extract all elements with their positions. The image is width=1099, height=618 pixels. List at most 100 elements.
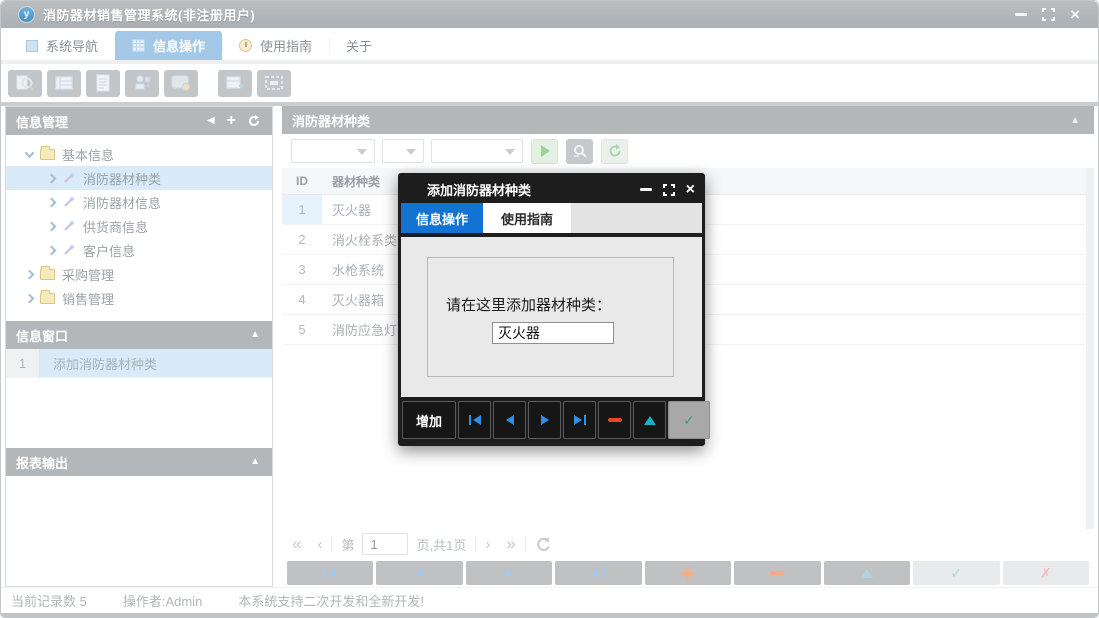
next-page-icon[interactable]: ›: [485, 536, 490, 553]
collapse-up-icon[interactable]: ▲: [250, 457, 260, 467]
form-view-button[interactable]: [47, 70, 81, 97]
equipment-type-input[interactable]: [492, 322, 614, 344]
wand-icon: [62, 195, 76, 209]
minimize-icon[interactable]: [1015, 13, 1027, 16]
field-select[interactable]: [291, 139, 375, 163]
toolbar: [1, 64, 1098, 102]
refresh-icon: [608, 144, 622, 158]
last-record-button[interactable]: [555, 561, 641, 585]
folder-icon: [40, 293, 55, 304]
operator-select[interactable]: [382, 139, 424, 163]
vertical-scrollbar[interactable]: [1086, 168, 1094, 529]
user-org-icon: [133, 74, 151, 92]
cancel-button[interactable]: ✗: [1003, 561, 1089, 585]
report-output-header: 报表输出 ▲: [6, 448, 272, 476]
page-number-input[interactable]: [362, 533, 408, 555]
tree-label: 基本信息: [62, 145, 114, 164]
dialog-edit-button[interactable]: [633, 401, 666, 439]
collapse-left-icon[interactable]: ◀: [207, 116, 215, 126]
dialog-minimize-icon[interactable]: [640, 188, 652, 191]
tab-label: 使用指南: [260, 36, 312, 55]
dialog-next-record-button[interactable]: [528, 401, 561, 439]
dialog-delete-button[interactable]: [598, 401, 631, 439]
nav-tree: 基本信息 消防器材种类 消防器材信息: [6, 135, 272, 321]
chevron-right-icon: [25, 269, 35, 279]
next-record-button[interactable]: [466, 561, 552, 585]
first-page-icon[interactable]: «: [292, 534, 301, 554]
add-button[interactable]: 增加: [402, 401, 456, 439]
dialog-content: 请在这里添加器材种类：: [401, 237, 702, 397]
square-icon: [26, 40, 38, 52]
tab-user-guide[interactable]: 使用指南: [222, 31, 329, 60]
dialog-maximize-icon[interactable]: [663, 184, 675, 196]
export-button[interactable]: [218, 70, 252, 97]
filter-row: [282, 134, 1094, 168]
prev-page-icon[interactable]: ‹: [317, 536, 322, 553]
value-select[interactable]: [431, 139, 523, 163]
dialog-prev-record-button[interactable]: [493, 401, 526, 439]
record-nav-bar: ✓ ✗: [282, 559, 1094, 587]
tree-node-basic-info[interactable]: 基本信息: [6, 142, 272, 166]
tree-node-equipment-info[interactable]: 消防器材信息: [6, 190, 272, 214]
add-icon[interactable]: +: [227, 113, 236, 129]
tab-info-operation[interactable]: 信息操作: [115, 31, 222, 60]
advanced-search-button[interactable]: [566, 139, 593, 164]
pagination-separator: [525, 537, 526, 551]
magnifier-icon: [572, 144, 588, 158]
left-panel: 信息管理 ◀ + 基本信息 消防: [5, 106, 273, 587]
refresh-grid-button[interactable]: [601, 139, 628, 164]
dialog-tab-user-guide[interactable]: 使用指南: [483, 203, 571, 233]
tree-node-supplier-info[interactable]: 供货商信息: [6, 214, 272, 238]
search-button[interactable]: [8, 70, 42, 97]
dialog-first-record-button[interactable]: [458, 401, 491, 439]
document-button[interactable]: [86, 70, 120, 97]
dialog-controls: ×: [640, 182, 702, 198]
cross-icon: ✗: [1040, 566, 1052, 580]
delete-record-button[interactable]: [734, 561, 820, 585]
tree-node-purchase-mgmt[interactable]: 采购管理: [6, 262, 272, 286]
collapse-up-icon[interactable]: ▲: [250, 330, 260, 340]
refresh-icon[interactable]: [248, 115, 260, 127]
collapse-up-icon[interactable]: ▲: [1070, 115, 1080, 126]
tree-node-equipment-type[interactable]: 消防器材种类: [6, 166, 272, 190]
confirm-button[interactable]: ✓: [913, 561, 999, 585]
restore-icon[interactable]: [1042, 8, 1055, 21]
column-id[interactable]: ID: [282, 174, 322, 188]
folder-icon: [40, 149, 55, 160]
edit-record-button[interactable]: [824, 561, 910, 585]
status-bar: 当前记录数 5 操作者:Admin 本系统支持二次开发和全新开发!: [1, 587, 1098, 613]
add-record-button[interactable]: [645, 561, 731, 585]
prev-icon: [416, 568, 424, 578]
reload-icon[interactable]: [535, 537, 551, 552]
main-panel-header: 消防器材种类 ▲: [282, 106, 1094, 134]
page-prefix-label: 第: [341, 535, 354, 554]
app-window: y 消防器材销售管理系统(非注册用户) × 系统导航 信息操作 使用指南: [0, 0, 1099, 618]
window-view-button[interactable]: [164, 70, 198, 97]
prev-record-button[interactable]: [376, 561, 462, 585]
document-icon: [95, 74, 111, 92]
last-icon: [584, 415, 586, 425]
wand-icon: [62, 243, 76, 257]
tab-about[interactable]: 关于: [329, 31, 389, 60]
cell-id: 3: [282, 262, 322, 277]
dialog-last-record-button[interactable]: [563, 401, 596, 439]
dialog-confirm-button[interactable]: ✓: [668, 401, 710, 439]
selection-refresh-button[interactable]: [257, 70, 291, 97]
play-icon: [539, 144, 551, 158]
tree-node-customer-info[interactable]: 客户信息: [6, 238, 272, 262]
tab-system-nav[interactable]: 系统导航: [9, 31, 115, 60]
dialog-tab-info-operation[interactable]: 信息操作: [401, 203, 483, 233]
first-record-button[interactable]: [287, 561, 373, 585]
info-window-row[interactable]: 1 添加消防器材种类: [6, 349, 272, 378]
last-page-icon[interactable]: »: [506, 534, 515, 554]
dialog-tab-bar: 信息操作 使用指南: [401, 203, 702, 233]
run-query-button[interactable]: [531, 139, 558, 164]
close-icon[interactable]: ×: [1070, 6, 1080, 23]
user-org-button[interactable]: [125, 70, 159, 97]
minus-icon: [770, 571, 784, 575]
check-icon: ✓: [950, 566, 962, 580]
tree-node-sales-mgmt[interactable]: 销售管理: [6, 286, 272, 310]
dialog-close-icon[interactable]: ×: [686, 182, 695, 198]
tab-label: 关于: [346, 36, 372, 55]
input-group-box: 请在这里添加器材种类：: [427, 257, 674, 377]
